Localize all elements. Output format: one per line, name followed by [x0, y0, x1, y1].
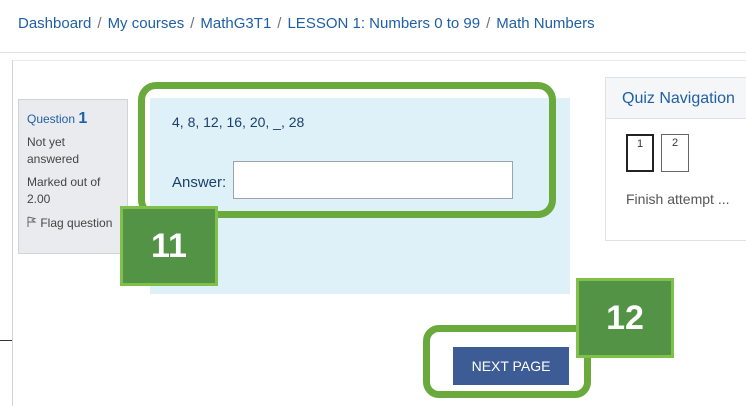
flag-icon: [27, 216, 37, 227]
question-number-value: 1: [78, 110, 88, 127]
question-number: Question 1: [27, 110, 119, 128]
finish-attempt-link[interactable]: Finish attempt ...: [626, 191, 729, 207]
breadcrumb-my-courses[interactable]: My courses: [108, 15, 185, 32]
quiz-navigation-title: Quiz Navigation: [622, 90, 735, 107]
flag-question-label: Flag question: [40, 216, 113, 230]
flag-question-link[interactable]: Flag question: [27, 216, 119, 230]
question-label: Question: [27, 112, 76, 126]
highlight-frame-next: [423, 325, 591, 398]
question-info: Question 1 Not yet answered Marked out o…: [18, 99, 128, 254]
breadcrumb-separator: /: [277, 15, 282, 32]
breadcrumb-course[interactable]: MathG3T1: [200, 15, 271, 32]
breadcrumb-separator: /: [486, 15, 491, 32]
top-bar: Dashboard / My courses / MathG3T1 / LESSON 1: …: [0, 0, 746, 53]
question-mark: Marked out of 2.00: [27, 175, 101, 206]
highlight-frame-question: [138, 82, 556, 218]
nav-question-2-button[interactable]: 2: [661, 134, 689, 172]
question-state: Not yet answered: [27, 135, 80, 166]
step-badge-12: 12: [576, 278, 674, 358]
nav-question-1-button[interactable]: 1: [626, 134, 654, 172]
step-badge-11: 11: [120, 206, 218, 286]
quiz-navigation-panel: Quiz Navigation 1 2 Finish attempt ...: [605, 77, 746, 241]
divider: [0, 340, 12, 341]
breadcrumb-dashboard[interactable]: Dashboard: [18, 15, 91, 32]
breadcrumb-lesson[interactable]: LESSON 1: Numbers 0 to 99: [287, 15, 480, 32]
breadcrumb-separator: /: [190, 15, 195, 32]
breadcrumb-separator: /: [97, 15, 102, 32]
quiz-navigation-header: Quiz Navigation: [606, 78, 746, 119]
breadcrumb: Dashboard / My courses / MathG3T1 / LESSON 1: …: [18, 15, 595, 32]
breadcrumb-quiz[interactable]: Math Numbers: [496, 15, 594, 32]
